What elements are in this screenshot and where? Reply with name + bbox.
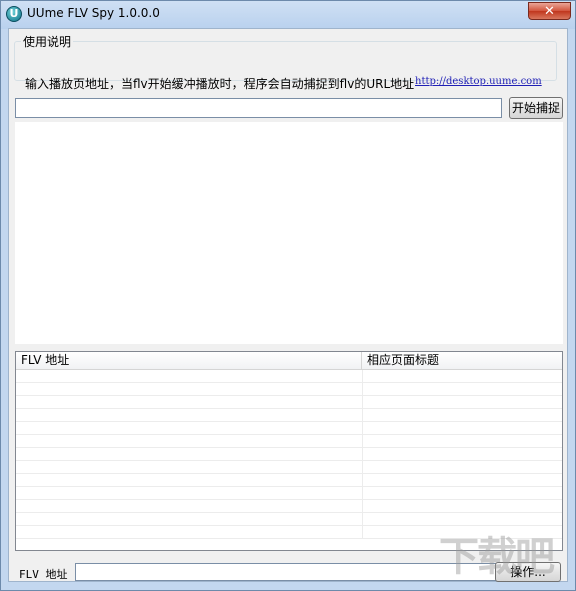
page-url-input[interactable] bbox=[15, 98, 502, 118]
column-divider bbox=[362, 383, 363, 396]
column-divider bbox=[362, 526, 363, 539]
table-row[interactable] bbox=[16, 396, 562, 409]
action-button[interactable]: 操作... bbox=[495, 562, 561, 582]
table-row[interactable] bbox=[16, 487, 562, 500]
table-row[interactable] bbox=[16, 461, 562, 474]
browser-view[interactable] bbox=[15, 122, 563, 344]
table-row[interactable] bbox=[16, 435, 562, 448]
usage-description: 输入播放页地址，当flv开始缓冲播放时，程序会自动捕捉到flv的URL地址 bbox=[25, 77, 415, 91]
table-row[interactable] bbox=[16, 422, 562, 435]
table-row[interactable] bbox=[16, 474, 562, 487]
title-bar[interactable]: U UUme FLV Spy 1.0.0.0 ✕ bbox=[1, 1, 575, 28]
client-area: 使用说明 输入播放页地址，当flv开始缓冲播放时，程序会自动捕捉到flv的URL… bbox=[8, 28, 568, 582]
column-divider bbox=[362, 487, 363, 500]
table-row[interactable] bbox=[16, 383, 562, 396]
column-divider bbox=[362, 448, 363, 461]
column-divider bbox=[362, 474, 363, 487]
start-capture-button[interactable]: 开始捕捉 bbox=[509, 97, 563, 119]
table-row[interactable] bbox=[16, 526, 562, 539]
column-header-page-title[interactable]: 相应页面标题 bbox=[362, 352, 562, 369]
column-divider bbox=[362, 370, 363, 383]
close-button[interactable]: ✕ bbox=[528, 2, 571, 20]
flv-url-label: FLV 地址 bbox=[19, 568, 68, 581]
usage-legend: 使用说明 bbox=[23, 35, 72, 49]
window-title: UUme FLV Spy 1.0.0.0 bbox=[27, 6, 160, 20]
column-divider bbox=[362, 396, 363, 409]
table-row[interactable] bbox=[16, 409, 562, 422]
table-row[interactable] bbox=[16, 370, 562, 383]
table-row[interactable] bbox=[16, 500, 562, 513]
flv-list[interactable]: FLV 地址 相应页面标题 bbox=[15, 351, 563, 551]
flv-url-field[interactable] bbox=[75, 563, 497, 581]
column-divider bbox=[362, 500, 363, 513]
column-divider bbox=[362, 422, 363, 435]
column-divider bbox=[362, 461, 363, 474]
list-header: FLV 地址 相应页面标题 bbox=[16, 352, 562, 370]
column-divider bbox=[362, 409, 363, 422]
usage-group: 使用说明 输入播放页地址，当flv开始缓冲播放时，程序会自动捕捉到flv的URL… bbox=[14, 33, 557, 91]
table-row[interactable] bbox=[16, 513, 562, 526]
column-divider bbox=[362, 513, 363, 526]
column-divider bbox=[362, 435, 363, 448]
app-logo-icon: U bbox=[6, 6, 22, 22]
app-window: U UUme FLV Spy 1.0.0.0 ✕ 使用说明 输入播放页地址，当f… bbox=[0, 0, 576, 591]
table-row[interactable] bbox=[16, 448, 562, 461]
homepage-link[interactable]: http://desktop.uume.com bbox=[415, 76, 542, 87]
column-header-flv-url[interactable]: FLV 地址 bbox=[16, 352, 362, 369]
